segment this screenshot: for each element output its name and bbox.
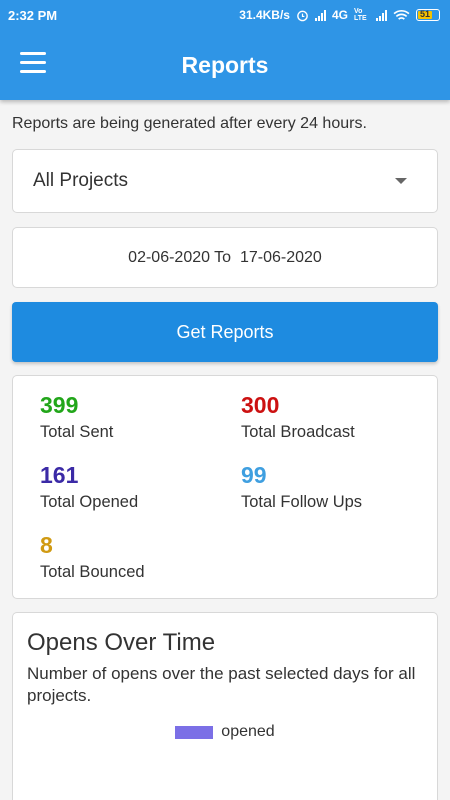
stats-card: 399 Total Sent 300 Total Broadcast 161 T…: [12, 375, 438, 599]
app-bar: Reports: [0, 30, 450, 100]
stat-label: Total Follow Ups: [241, 493, 363, 511]
stat-value: 300: [241, 392, 280, 418]
stat-total-bounced: 8 Total Bounced: [40, 532, 145, 582]
stat-label: Total Bounced: [40, 563, 145, 581]
report-notice: Reports are being generated after every …: [12, 115, 367, 132]
chart-subtitle: Number of opens over the past selected d…: [27, 664, 416, 705]
stat-total-follow-ups: 99 Total Follow Ups: [241, 462, 362, 512]
stat-value: 161: [40, 462, 79, 488]
stat-label: Total Sent: [40, 423, 114, 441]
legend-label: opened: [221, 723, 275, 740]
chart-legend: opened: [27, 723, 423, 741]
dropdown-arrow-icon: [395, 178, 407, 184]
stat-total-opened: 161 Total Opened: [40, 462, 138, 512]
project-select-value: All Projects: [33, 170, 129, 191]
legend-swatch: [175, 725, 214, 739]
project-select[interactable]: All Projects: [12, 149, 438, 213]
status-bar: 2:32 PM 31.4KB/s 4G Vo LTE 51: [0, 0, 450, 30]
signal-icon-2: [376, 9, 387, 21]
date-range-field[interactable]: 02-06-2020 To 17-06-2020: [12, 227, 438, 288]
status-icons: 31.4KB/s 4G Vo LTE 51: [239, 8, 440, 22]
page-title: Reports: [181, 51, 269, 78]
date-range-text: 02-06-2020 To 17-06-2020: [128, 248, 322, 266]
stat-label: Total Opened: [40, 493, 139, 511]
stat-total-sent: 399 Total Sent: [40, 392, 113, 442]
network-speed: 31.4KB/s: [239, 8, 290, 22]
stat-total-broadcast: 300 Total Broadcast: [241, 392, 355, 442]
stat-value: 8: [40, 532, 53, 558]
get-reports-button[interactable]: Get Reports: [12, 302, 438, 362]
battery-icon: 51: [416, 9, 440, 21]
chart-title: Opens Over Time: [27, 629, 216, 656]
wifi-icon: [393, 9, 410, 20]
volte-label: Vo LTE: [354, 8, 367, 22]
battery-level: 51: [420, 9, 431, 19]
stat-label: Total Broadcast: [241, 423, 355, 441]
opens-chart-card: Opens Over Time Number of opens over the…: [12, 612, 438, 800]
network-type: 4G: [331, 8, 348, 22]
hamburger-menu-icon[interactable]: [20, 52, 46, 74]
stat-value: 99: [241, 462, 267, 488]
status-time: 2:32 PM: [8, 7, 58, 23]
alarm-icon: [297, 10, 308, 21]
signal-icon: [314, 9, 326, 21]
stat-value: 399: [40, 392, 79, 418]
top-bar: 2:32 PM 31.4KB/s 4G Vo LTE 51 Reports: [0, 0, 450, 100]
